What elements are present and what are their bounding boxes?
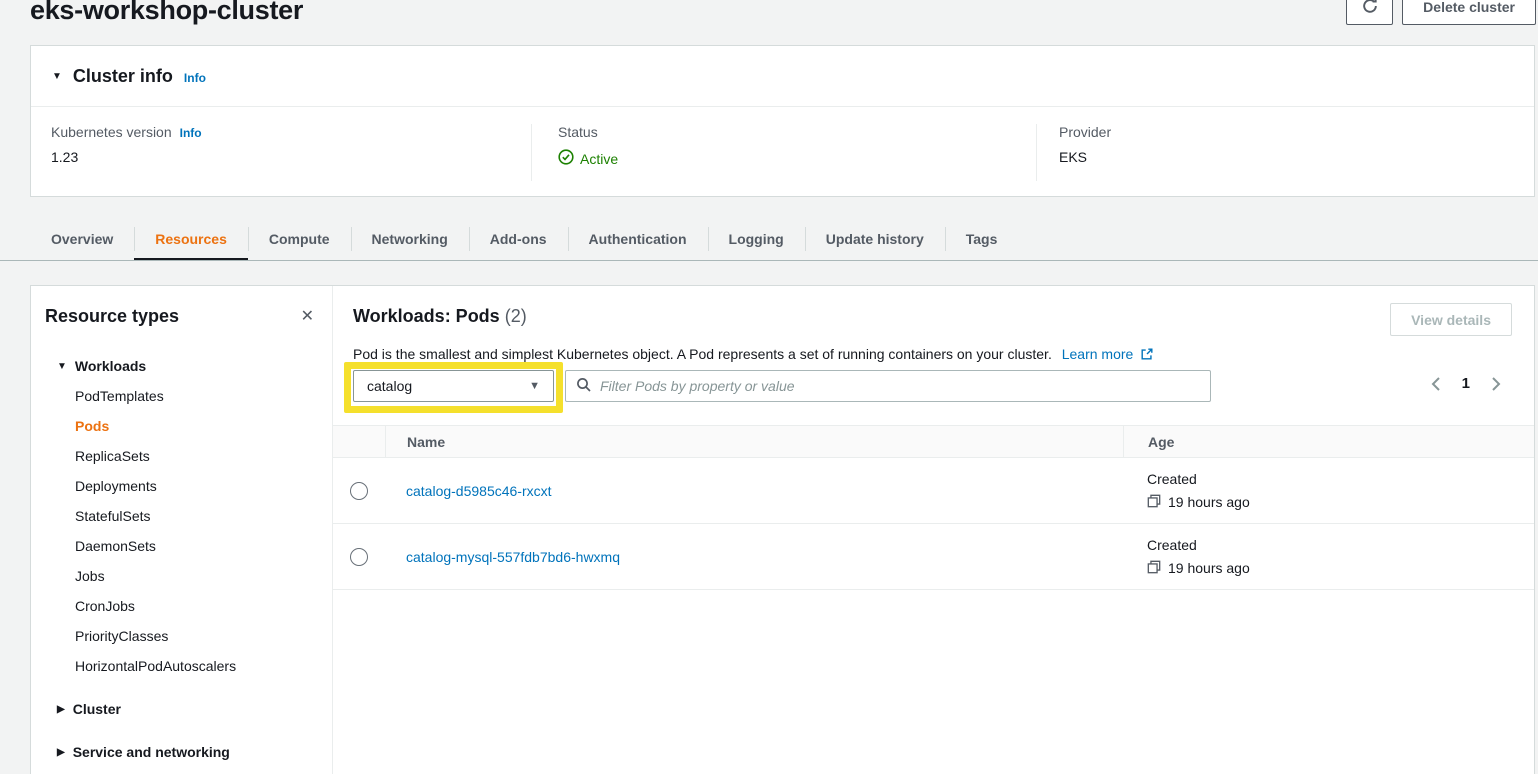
row-radio-button[interactable] <box>350 548 368 566</box>
select-column-header <box>333 426 385 457</box>
kubernetes-version-field: Kubernetes version Info 1.23 <box>31 124 531 181</box>
resource-types-sidebar: Resource types ✕ ▼ Workloads PodTemplate… <box>31 286 333 774</box>
pod-name-link[interactable]: catalog-d5985c46-rxcxt <box>406 483 552 499</box>
close-icon[interactable]: ✕ <box>301 309 314 325</box>
namespace-filter-dropdown[interactable]: catalog ▼ <box>353 370 554 402</box>
triangle-right-icon: ▶ <box>57 704 65 715</box>
cluster-section-label: Cluster <box>73 701 121 717</box>
sidebar-item-horizontalpodautoscalers[interactable]: HorizontalPodAutoscalers <box>75 651 320 681</box>
tab-overview[interactable]: Overview <box>30 218 134 260</box>
triangle-down-icon: ▼ <box>57 361 67 372</box>
status-active-icon <box>558 149 574 168</box>
view-details-button[interactable]: View details <box>1390 303 1512 336</box>
tab-tags[interactable]: Tags <box>945 218 1019 260</box>
kubernetes-version-info-link[interactable]: Info <box>180 126 202 140</box>
external-link-icon <box>1136 348 1154 364</box>
current-page[interactable]: 1 <box>1462 375 1470 392</box>
pods-filter-searchbox <box>565 370 1211 402</box>
search-icon <box>576 377 592 396</box>
table-row: catalog-mysql-557fdb7bd6-hwxmq Created 1… <box>333 524 1534 590</box>
provider-value: EKS <box>1059 149 1534 165</box>
tab-resources[interactable]: Resources <box>134 218 248 260</box>
namespace-filter-value: catalog <box>367 378 412 394</box>
age-created-label: Created <box>1147 537 1534 553</box>
cluster-info-body: Kubernetes version Info 1.23 Status Acti… <box>31 107 1534 197</box>
cluster-info-info-link[interactable]: Info <box>184 71 206 85</box>
pods-count: (2) <box>505 306 527 326</box>
kubernetes-version-value: 1.23 <box>51 149 531 165</box>
tabs-divider <box>0 260 1538 261</box>
sidebar-item-replicasets[interactable]: ReplicaSets <box>75 441 320 471</box>
sidebar-item-jobs[interactable]: Jobs <box>75 561 320 591</box>
sidebar-item-cronjobs[interactable]: CronJobs <box>75 591 320 621</box>
next-page-icon[interactable] <box>1491 376 1502 392</box>
status-label: Status <box>558 124 598 140</box>
triangle-right-icon: ▶ <box>57 747 65 758</box>
sidebar-item-statefulsets[interactable]: StatefulSets <box>75 501 320 531</box>
tab-networking[interactable]: Networking <box>351 218 469 260</box>
name-column-header[interactable]: Name <box>385 426 1123 457</box>
tab-compute[interactable]: Compute <box>248 218 351 260</box>
row-radio-button[interactable] <box>350 482 368 500</box>
tab-update-history[interactable]: Update history <box>805 218 945 260</box>
delete-cluster-button[interactable]: Delete cluster <box>1402 0 1536 25</box>
header-actions: Delete cluster <box>1346 0 1536 25</box>
age-created-label: Created <box>1147 471 1534 487</box>
pods-heading: Workloads: Pods (2) <box>353 306 527 327</box>
copy-icon[interactable] <box>1147 560 1161 577</box>
sidebar-item-podtemplates[interactable]: PodTemplates <box>75 381 320 411</box>
provider-field: Provider EKS <box>1036 124 1534 181</box>
sidebar-section-cluster[interactable]: ▶ Cluster <box>44 694 320 724</box>
status-field: Status Active <box>531 124 1036 181</box>
refresh-button[interactable] <box>1346 0 1393 25</box>
sidebar-item-deployments[interactable]: Deployments <box>75 471 320 501</box>
pods-panel: Workloads: Pods (2) View details Pod is … <box>333 286 1534 774</box>
kubernetes-version-label: Kubernetes version <box>51 124 172 140</box>
pods-description: Pod is the smallest and simplest Kuberne… <box>333 346 1534 364</box>
page-title: eks-workshop-cluster <box>30 0 303 26</box>
age-value-text: 19 hours ago <box>1168 560 1250 576</box>
pods-toolbar: catalog ▼ 1 <box>353 370 1512 414</box>
copy-icon[interactable] <box>1147 494 1161 511</box>
tab-add-ons[interactable]: Add-ons <box>469 218 568 260</box>
pod-name-link[interactable]: catalog-mysql-557fdb7bd6-hwxmq <box>406 549 620 565</box>
status-badge: Active <box>580 151 618 167</box>
sidebar-item-pods[interactable]: Pods <box>75 411 320 441</box>
tab-authentication[interactable]: Authentication <box>568 218 708 260</box>
resources-panel: Resource types ✕ ▼ Workloads PodTemplate… <box>30 285 1535 774</box>
cluster-tabs: Overview Resources Compute Networking Ad… <box>30 218 1018 260</box>
pods-table: Name Age catalog-d5985c46-rxcxt Created <box>333 425 1534 590</box>
table-row: catalog-d5985c46-rxcxt Created 19 hours … <box>333 458 1534 524</box>
chevron-down-icon: ▼ <box>529 380 540 392</box>
age-column-header[interactable]: Age <box>1123 426 1534 457</box>
pods-table-header: Name Age <box>333 425 1534 458</box>
workloads-section-label: Workloads <box>75 358 146 374</box>
cluster-info-title: Cluster info <box>73 66 173 87</box>
cluster-info-card: ▼ Cluster info Info Kubernetes version I… <box>30 45 1535 197</box>
age-value-text: 19 hours ago <box>1168 494 1250 510</box>
pods-description-text: Pod is the smallest and simplest Kuberne… <box>353 346 1052 362</box>
sidebar-item-daemonsets[interactable]: DaemonSets <box>75 531 320 561</box>
cluster-info-header: ▼ Cluster info Info <box>31 46 1534 107</box>
learn-more-link[interactable]: Learn more <box>1062 346 1154 362</box>
sidebar-item-priorityclasses[interactable]: PriorityClasses <box>75 621 320 651</box>
tab-logging[interactable]: Logging <box>708 218 805 260</box>
pods-filter-input[interactable] <box>600 378 1200 394</box>
pods-heading-text: Workloads: Pods <box>353 306 500 326</box>
sidebar-section-workloads[interactable]: ▼ Workloads <box>44 351 320 381</box>
resource-types-title: Resource types <box>45 306 179 327</box>
pagination: 1 <box>1430 375 1502 392</box>
refresh-icon <box>1361 0 1379 18</box>
provider-label: Provider <box>1059 124 1111 140</box>
service-section-label: Service and networking <box>73 744 230 760</box>
sidebar-section-service-and-networking[interactable]: ▶ Service and networking <box>44 737 320 767</box>
collapse-triangle-icon[interactable]: ▼ <box>52 71 62 82</box>
previous-page-icon[interactable] <box>1430 376 1441 392</box>
